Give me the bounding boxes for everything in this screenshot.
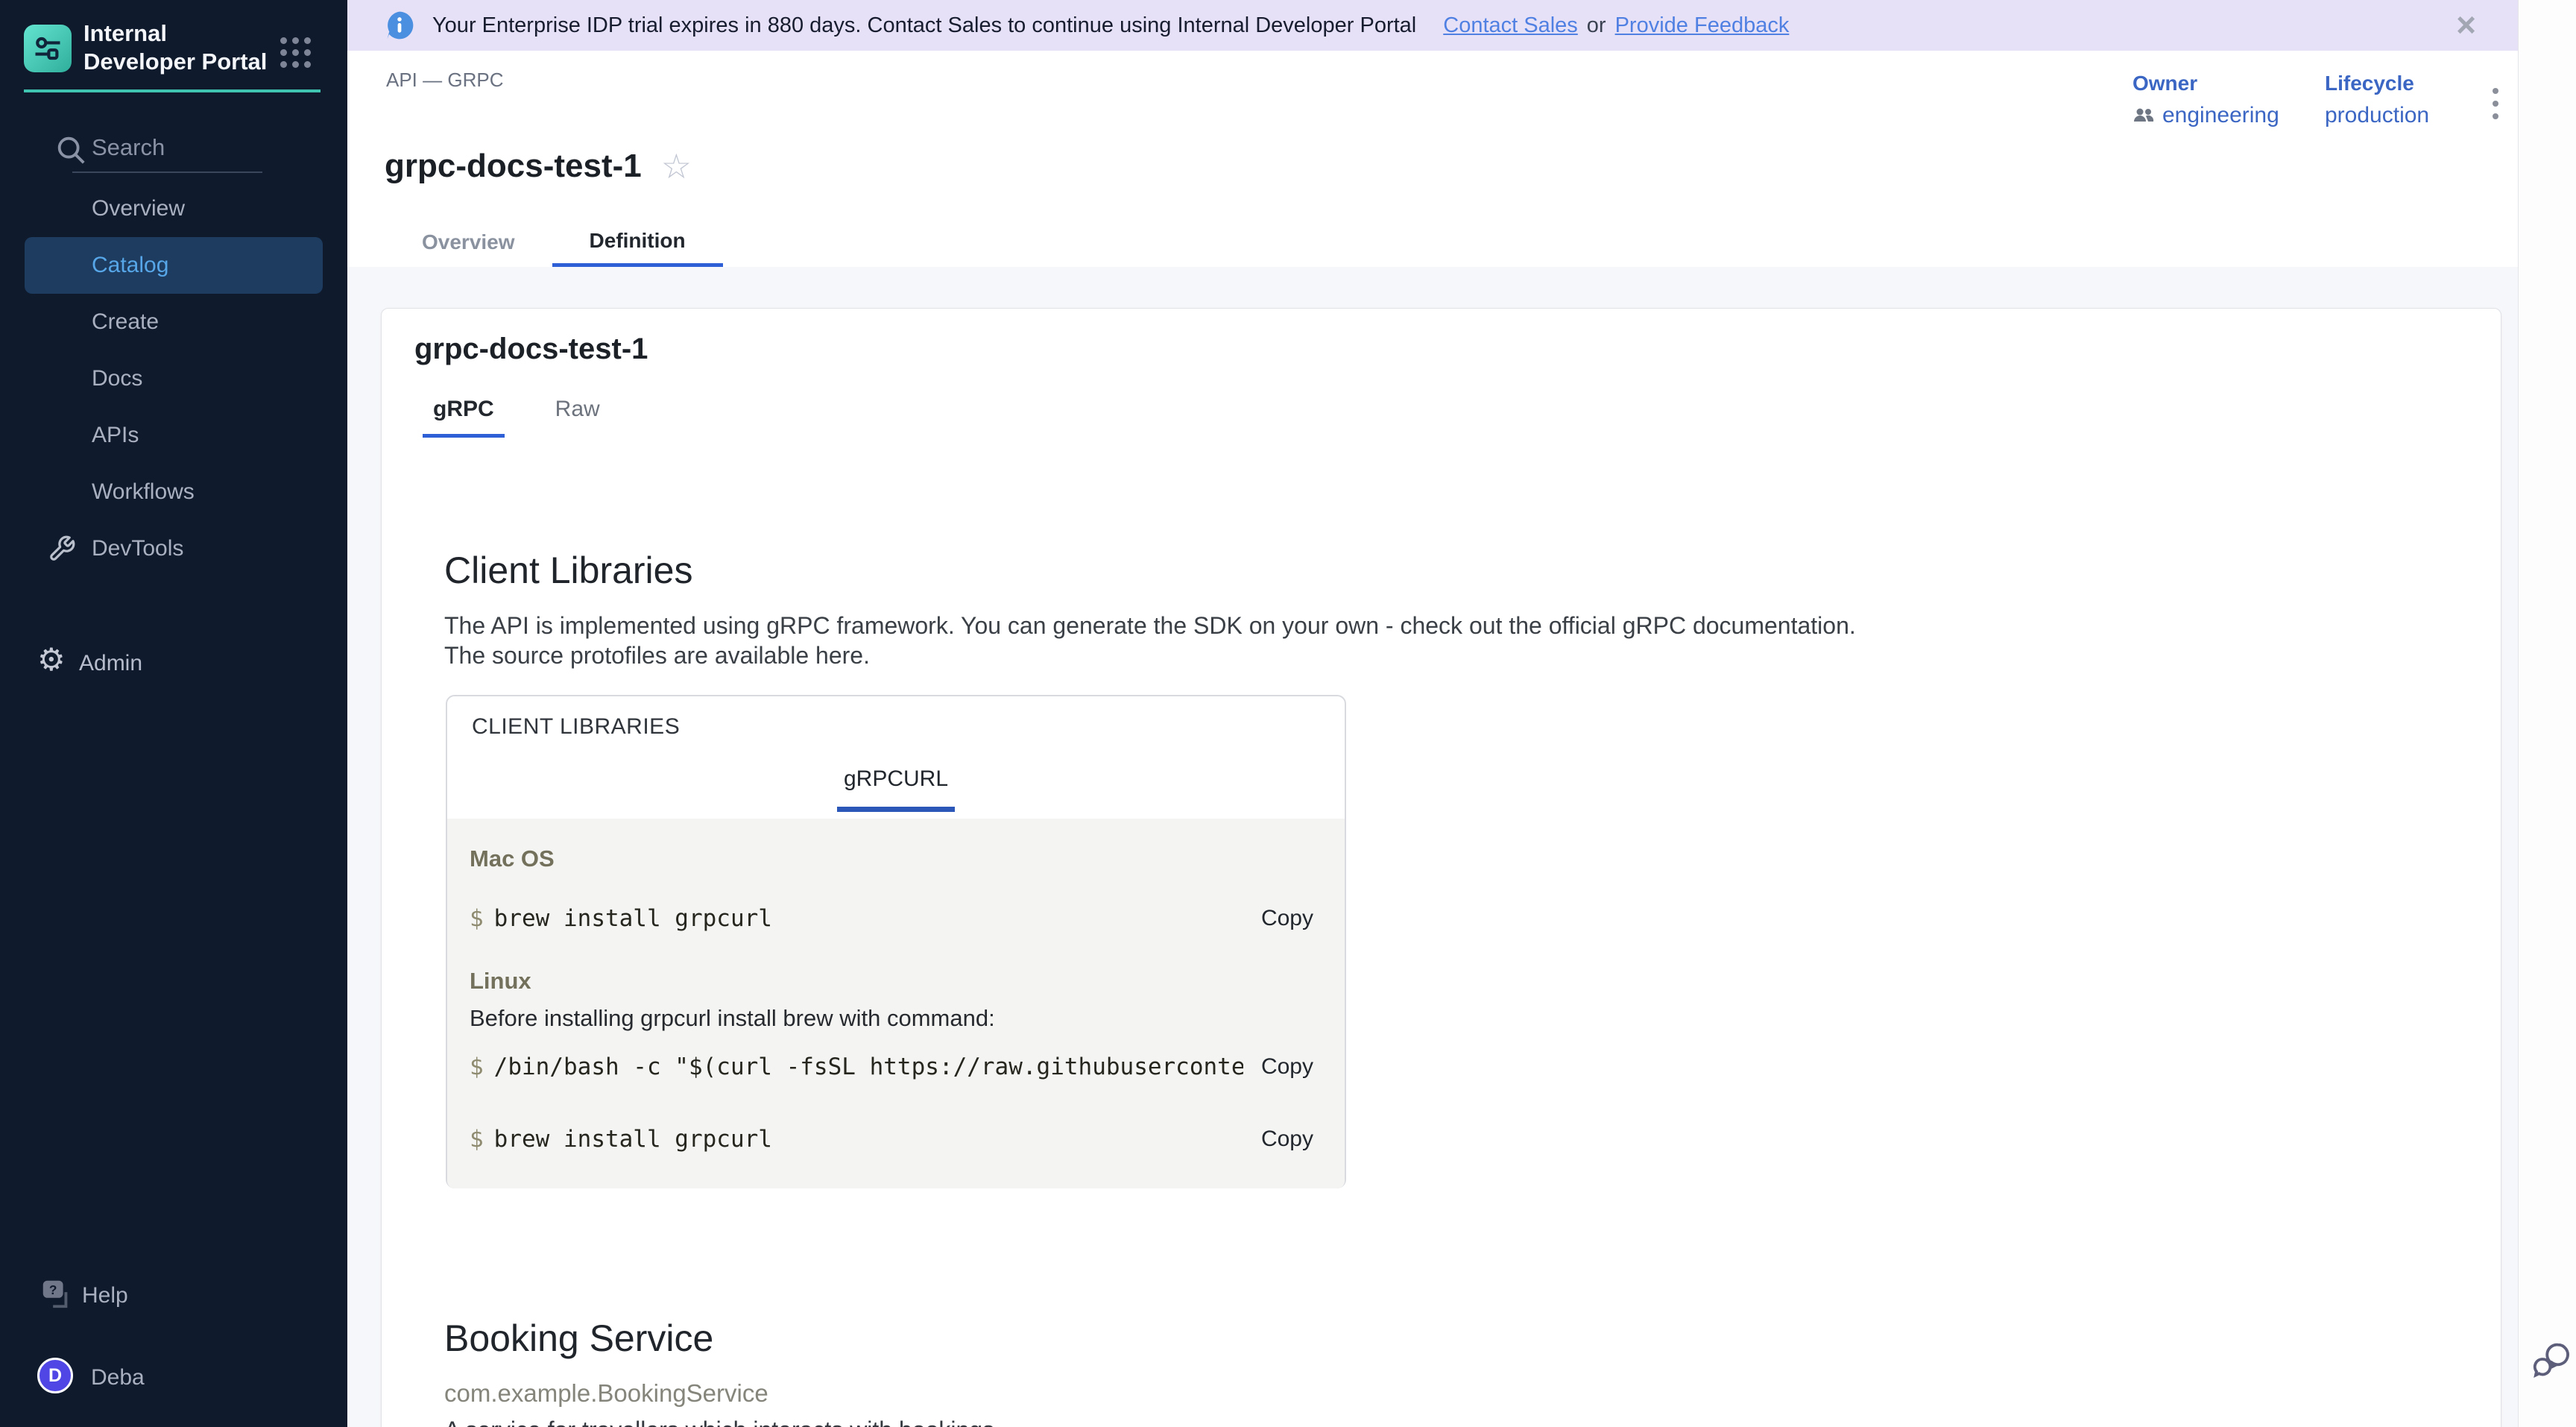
shell-prompt: $ — [470, 1126, 484, 1153]
avatar: D — [37, 1358, 73, 1393]
sidebar-item-create[interactable]: Create — [0, 294, 347, 350]
os-label-macos: Mac OS — [470, 845, 555, 872]
definition-content: grpc-docs-test-1 gRPC Raw Client Librari… — [347, 267, 2518, 1427]
shell-command: brew install grpcurl — [494, 905, 1243, 932]
sidebar-user[interactable]: D Deba — [0, 1355, 347, 1400]
close-icon[interactable]: × — [2456, 1, 2476, 48]
more-options-icon[interactable] — [2481, 78, 2510, 130]
copy-button[interactable]: Copy — [1261, 1054, 1313, 1080]
shell-prompt: $ — [470, 905, 484, 932]
trial-banner: Your Enterprise IDP trial expires in 880… — [347, 0, 2518, 51]
sidebar-item-help[interactable]: ? Help — [0, 1272, 347, 1320]
right-gutter — [2518, 0, 2576, 1427]
panel-label: CLIENT LIBRARIES — [472, 714, 680, 740]
brand-title: Internal Developer Portal — [83, 19, 277, 76]
page-title: grpc-docs-test-1 — [385, 148, 642, 185]
shell-prompt: $ — [470, 1053, 484, 1080]
sidebar-item-apis[interactable]: APIs — [0, 407, 347, 464]
lifecycle-value: production — [2325, 103, 2429, 128]
banner-or: or — [1587, 13, 1606, 38]
search-placeholder: Search — [92, 134, 165, 161]
sidebar-item-overview[interactable]: Overview — [0, 180, 347, 237]
tab-overview[interactable]: Overview — [385, 218, 552, 267]
search-input[interactable]: Search — [0, 127, 347, 174]
code-row: $ brew install grpcurl Copy — [470, 905, 1313, 932]
tab-grpc[interactable]: gRPC — [423, 397, 505, 438]
lifecycle-label: Lifecycle — [2325, 72, 2429, 95]
sidebar-item-docs[interactable]: Docs — [0, 350, 347, 407]
shell-command: /bin/bash -c "$(curl -fsSL https://raw.g… — [494, 1053, 1243, 1080]
tab-grpcurl[interactable]: gRPCURL — [447, 766, 1345, 792]
grpcurl-tab-underline — [837, 807, 955, 812]
shell-command: brew install grpcurl — [494, 1126, 1243, 1153]
copy-button[interactable]: Copy — [1261, 906, 1313, 931]
sidebar: Internal Developer Portal Search Overvie… — [0, 0, 347, 1427]
wrench-icon — [48, 535, 76, 563]
info-icon — [383, 9, 416, 42]
owner-block: Owner engineering — [2133, 72, 2279, 128]
owner-label: Owner — [2133, 72, 2279, 95]
app-grid-icon[interactable] — [280, 37, 311, 68]
search-icon — [54, 133, 88, 167]
booking-service-description: A service for travellers which interacts… — [444, 1417, 994, 1427]
svg-text:?: ? — [49, 1282, 57, 1297]
booking-service-fqn: com.example.BookingService — [444, 1379, 768, 1408]
copy-button[interactable]: Copy — [1261, 1127, 1313, 1152]
install-instructions: Mac OS $ brew install grpcurl Copy Linux… — [447, 819, 1345, 1188]
search-underline — [72, 171, 262, 173]
sidebar-item-admin[interactable]: ⚙ Admin — [0, 640, 347, 687]
spec-tabs: gRPC Raw — [423, 397, 610, 438]
client-libraries-panel: CLIENT LIBRARIES gRPCURL Mac OS $ brew i… — [446, 695, 1346, 1188]
code-row: $ /bin/bash -c "$(curl -fsSL https://raw… — [470, 1053, 1313, 1080]
brand-logo-icon — [24, 25, 72, 72]
star-icon[interactable]: ☆ — [661, 149, 692, 183]
gear-icon: ⚙ — [37, 644, 66, 675]
sidebar-item-catalog[interactable]: Catalog — [25, 237, 323, 294]
client-libraries-description: The API is implemented using gRPC framew… — [444, 611, 1856, 670]
sidebar-divider — [24, 89, 321, 92]
client-libraries-heading: Client Libraries — [444, 549, 692, 592]
tab-raw[interactable]: Raw — [545, 397, 610, 438]
support-chat-icon[interactable] — [2529, 1338, 2572, 1381]
os-label-linux: Linux — [470, 968, 531, 995]
breadcrumb: API — GRPC — [386, 69, 503, 92]
banner-message: Your Enterprise IDP trial expires in 880… — [432, 13, 1416, 38]
sidebar-item-workflows[interactable]: Workflows — [0, 464, 347, 520]
linux-note: Before installing grpcurl install brew w… — [470, 1005, 995, 1032]
owner-value[interactable]: engineering — [2162, 103, 2279, 128]
code-row: $ brew install grpcurl Copy — [470, 1126, 1313, 1153]
contact-sales-link[interactable]: Contact Sales — [1443, 13, 1578, 38]
entity-tabs: Overview Definition — [385, 218, 723, 267]
sidebar-nav: Overview Catalog Create Docs APIs Workfl… — [0, 180, 347, 577]
definition-card: grpc-docs-test-1 gRPC Raw Client Librari… — [381, 308, 2501, 1427]
lifecycle-block: Lifecycle production — [2325, 72, 2429, 128]
provide-feedback-link[interactable]: Provide Feedback — [1615, 13, 1790, 38]
user-name: Deba — [91, 1365, 145, 1390]
tab-definition[interactable]: Definition — [552, 218, 723, 267]
people-icon — [2133, 107, 2155, 125]
booking-service-heading: Booking Service — [444, 1317, 713, 1360]
card-title: grpc-docs-test-1 — [414, 333, 648, 366]
entity-header: API — GRPC grpc-docs-test-1 ☆ Owner engi… — [347, 51, 2518, 267]
help-icon: ? — [39, 1276, 73, 1311]
sidebar-item-devtools[interactable]: DevTools — [0, 520, 347, 577]
